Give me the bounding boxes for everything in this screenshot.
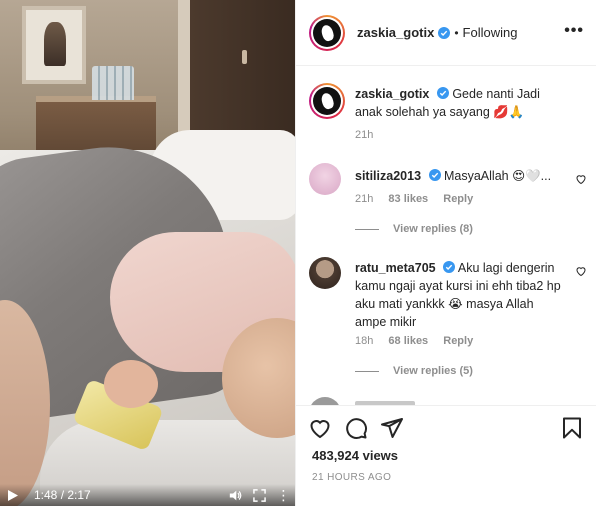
avatar[interactable]: [309, 14, 345, 51]
view-replies-label: View replies (5): [393, 365, 473, 377]
commenter-avatar[interactable]: [309, 163, 341, 195]
divider: [355, 370, 379, 372]
wall-picture: [22, 6, 86, 84]
separator-dot: •: [454, 25, 459, 40]
post-actions: 483,924 views 21 HOURS AGO: [296, 405, 596, 506]
caption-avatar[interactable]: [309, 83, 345, 119]
comment-row: sitiliza2013 MasyaAllah 😍🤍... 21h 83 lik…: [309, 163, 587, 243]
caption-row: zaskia_gotix Gede nanti Jadi anak soleha…: [309, 83, 587, 143]
video-time: 1:48 / 2:17: [34, 488, 114, 502]
comment-likes[interactable]: 83 likes: [388, 193, 428, 205]
comment-time: 21h: [355, 193, 374, 205]
like-heart-icon[interactable]: [575, 265, 587, 277]
video-frame: [0, 0, 295, 506]
post-header: zaskia_gotix • Following •••: [296, 0, 596, 66]
comment-username[interactable]: ratu_meta705: [355, 261, 436, 275]
share-icon[interactable]: [380, 416, 404, 440]
next-comment-partial: [309, 397, 415, 405]
comment-icon[interactable]: [344, 416, 368, 440]
comment-text: MasyaAllah 😍🤍...: [443, 169, 552, 183]
comment-likes[interactable]: 68 likes: [388, 335, 428, 347]
post-video[interactable]: 1:48 / 2:17 ⋮: [0, 0, 295, 506]
view-replies-button[interactable]: View replies (5): [355, 365, 473, 377]
comments-section[interactable]: zaskia_gotix Gede nanti Jadi anak soleha…: [296, 67, 596, 405]
verified-icon: [438, 26, 451, 39]
bookmark-icon[interactable]: [560, 416, 584, 440]
comment-row: ratu_meta705 Aku lagi dengerin kamu ngaj…: [309, 257, 587, 377]
view-replies-label: View replies (8): [393, 223, 473, 235]
like-heart-icon[interactable]: [308, 416, 332, 440]
verified-icon: [436, 87, 449, 99]
view-replies-button[interactable]: View replies (8): [355, 223, 473, 235]
fullscreen-icon[interactable]: [247, 484, 271, 506]
caption-username[interactable]: zaskia_gotix: [355, 87, 429, 101]
comment-time: 18h: [355, 335, 374, 347]
profile-logo-icon: [313, 87, 341, 115]
volume-icon[interactable]: [223, 484, 247, 506]
time-total: 2:17: [67, 488, 91, 502]
caption-time: 21h: [355, 129, 374, 141]
verified-icon: [428, 169, 441, 181]
more-vertical-icon[interactable]: ⋮: [271, 484, 295, 506]
like-heart-icon[interactable]: [575, 173, 587, 185]
time-current: 1:48: [34, 488, 58, 502]
verified-icon: [443, 261, 456, 273]
play-icon[interactable]: [0, 484, 26, 506]
reply-button[interactable]: Reply: [443, 193, 473, 205]
commenter-avatar[interactable]: [309, 257, 341, 289]
video-controls: 1:48 / 2:17 ⋮: [0, 484, 295, 506]
divider: [355, 228, 379, 230]
post-sidebar: zaskia_gotix • Following ••• zaskia_goti…: [295, 0, 596, 506]
view-count[interactable]: 483,924 views: [312, 448, 398, 463]
reply-button[interactable]: Reply: [443, 335, 473, 347]
post-username[interactable]: zaskia_gotix: [357, 25, 434, 40]
following-button[interactable]: Following: [463, 25, 518, 40]
profile-logo-icon: [313, 18, 341, 47]
comment-username[interactable]: sitiliza2013: [355, 169, 421, 183]
post-timestamp[interactable]: 21 HOURS AGO: [312, 472, 391, 483]
more-options-icon[interactable]: •••: [564, 22, 584, 40]
time-separator: /: [57, 488, 68, 502]
